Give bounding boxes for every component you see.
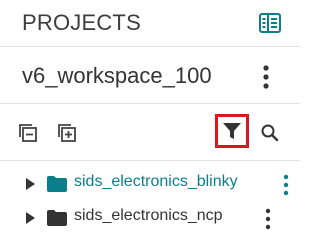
workspace-panel-icon[interactable] bbox=[258, 11, 282, 35]
panel-title: PROJECTS bbox=[22, 10, 141, 35]
filter-button[interactable] bbox=[215, 114, 249, 148]
tree-item-sids-electronics-ncp[interactable]: sids_electronics_ncp bbox=[0, 202, 300, 234]
tree-item-label: sids_electronics_blinky bbox=[74, 173, 238, 190]
panel-header: PROJECTS bbox=[0, 0, 300, 46]
folder-icon bbox=[47, 210, 67, 226]
projects-panel: PROJECTS v6_workspace_100 sids_electroni… bbox=[0, 0, 300, 251]
add-project-icon[interactable] bbox=[55, 121, 79, 145]
more-vertical-icon[interactable] bbox=[280, 174, 292, 196]
tree-item-sids-electronics-blinky[interactable]: sids_electronics_blinky bbox=[0, 168, 300, 200]
filter-icon bbox=[221, 120, 243, 142]
more-vertical-icon[interactable] bbox=[262, 208, 274, 230]
projects-toolbar bbox=[0, 104, 300, 160]
workspace-name: v6_workspace_100 bbox=[22, 63, 212, 88]
divider bbox=[0, 160, 300, 161]
collapse-all-icon[interactable] bbox=[16, 121, 40, 145]
workspace-selector[interactable]: v6_workspace_100 bbox=[0, 47, 300, 103]
search-icon[interactable] bbox=[258, 121, 282, 145]
more-vertical-icon[interactable] bbox=[254, 63, 278, 91]
folder-icon bbox=[47, 176, 67, 192]
chevron-right-icon[interactable] bbox=[24, 211, 36, 225]
chevron-right-icon[interactable] bbox=[24, 177, 36, 191]
tree-item-label: sids_electronics_ncp bbox=[74, 207, 223, 224]
